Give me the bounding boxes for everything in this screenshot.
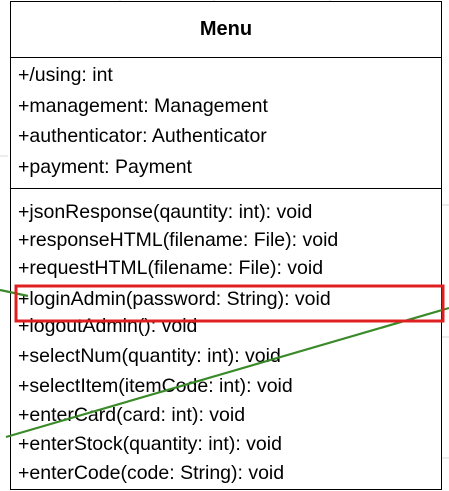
attribute-using: +/using: int bbox=[18, 64, 113, 86]
method-entercode: +enterCode(code: String): void bbox=[18, 462, 285, 484]
method-entercard: +enterCard(card: int): void bbox=[18, 404, 246, 426]
attribute-authenticator: +authenticator: Authenticator bbox=[18, 125, 267, 147]
class-name: Menu bbox=[11, 2, 441, 58]
attribute-management: +management: Management bbox=[18, 95, 268, 117]
uml-class-box[interactable]: Menu +/using: int +management: Managemen… bbox=[10, 1, 442, 490]
attributes-compartment: +/using: int +management: Management +au… bbox=[11, 58, 441, 189]
attribute-payment: +payment: Payment bbox=[18, 156, 192, 178]
method-logoutadmin: +logoutAdmin(): void bbox=[18, 315, 198, 337]
method-responsehtml: +responseHTML(filename: File): void bbox=[18, 229, 339, 251]
method-requesthtml: +requestHTML(filename: File): void bbox=[18, 257, 324, 279]
method-enterstock: +enterStock(quantity: int): void bbox=[18, 433, 282, 455]
method-selectitem: +selectItem(itemCode: int): void bbox=[18, 375, 293, 397]
method-loginadmin: +loginAdmin(password: String): void bbox=[18, 288, 331, 310]
method-jsonresponse: +jsonResponse(qauntity: int): void bbox=[18, 201, 313, 223]
method-selectnum: +selectNum(quantity: int): void bbox=[18, 345, 281, 367]
methods-compartment: +jsonResponse(qauntity: int): void +resp… bbox=[11, 189, 441, 489]
